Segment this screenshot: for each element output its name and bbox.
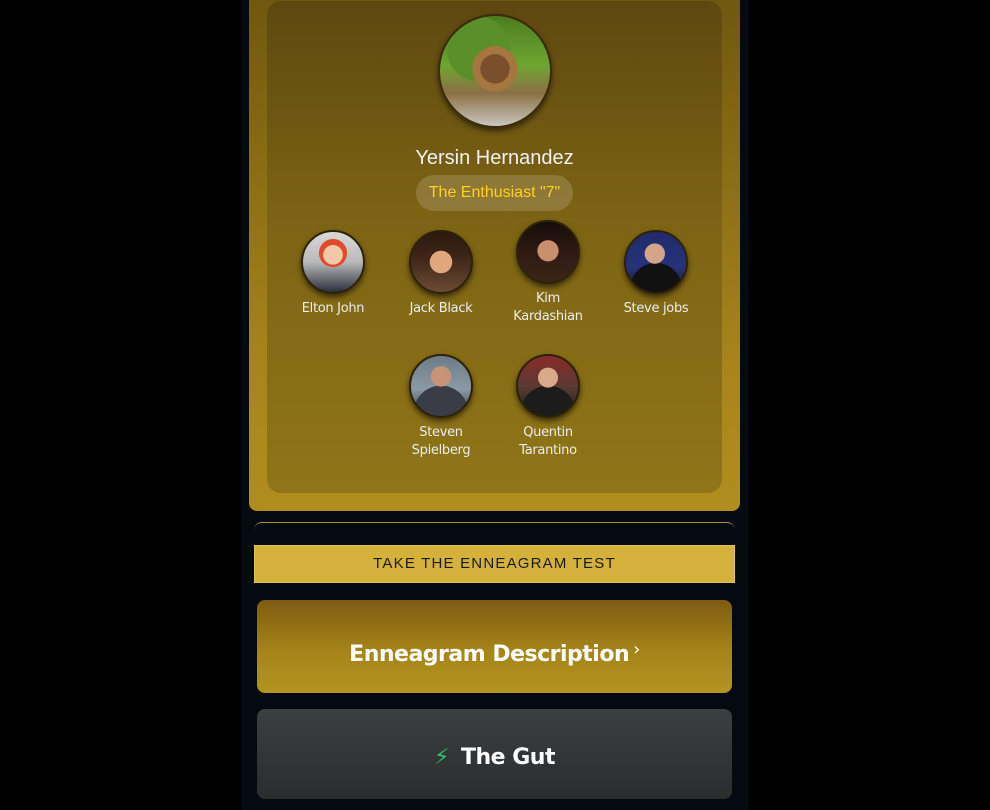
celebrity-photo	[516, 354, 580, 418]
section-divider	[254, 522, 735, 531]
celebrity-item[interactable]: Steven Spielberg	[396, 354, 486, 460]
enneagram-description-card[interactable]: Enneagram Description ›	[257, 600, 732, 693]
lightning-icon: ⚡	[434, 745, 449, 770]
main-column: Yersin Hernandez The Enthusiast "7" Elto…	[241, 0, 749, 810]
celebrity-photo	[624, 230, 688, 294]
celebrity-item[interactable]: Kim Kardashian	[503, 220, 593, 326]
profile-card: Yersin Hernandez The Enthusiast "7" Elto…	[267, 1, 722, 493]
celebrity-item[interactable]: Elton John	[288, 230, 378, 318]
celebrity-photo	[516, 220, 580, 284]
chevron-right-icon: ›	[633, 639, 640, 660]
profile-section: Yersin Hernandez The Enthusiast "7" Elto…	[249, 0, 740, 511]
celebrity-item[interactable]: Quentin Tarantino	[503, 354, 593, 460]
gut-card-label: The Gut	[460, 745, 556, 770]
celebrity-photo	[409, 354, 473, 418]
celebrity-item[interactable]: Jack Black	[396, 230, 486, 318]
celebrity-name: Elton John	[301, 301, 365, 316]
celebrity-photo	[409, 230, 473, 294]
profile-avatar	[438, 14, 552, 128]
celebrity-name: Kim Kardashian	[513, 291, 583, 324]
celebrity-name: Quentin Tarantino	[519, 425, 577, 458]
take-test-button[interactable]: TAKE THE ENNEAGRAM TEST	[254, 545, 735, 583]
celebrity-name: Steve jobs	[623, 301, 689, 316]
description-card-label: Enneagram Description	[349, 642, 630, 667]
celebrity-name: Steven Spielberg	[411, 425, 471, 458]
the-gut-card[interactable]: ⚡ The Gut	[257, 709, 732, 799]
profile-name: Yersin Hernandez	[415, 147, 574, 169]
personality-type-badge: The Enthusiast "7"	[416, 175, 573, 211]
celebrity-item[interactable]: Steve jobs	[611, 230, 701, 318]
celebrity-name: Jack Black	[409, 301, 473, 316]
celebrity-photo	[301, 230, 365, 294]
